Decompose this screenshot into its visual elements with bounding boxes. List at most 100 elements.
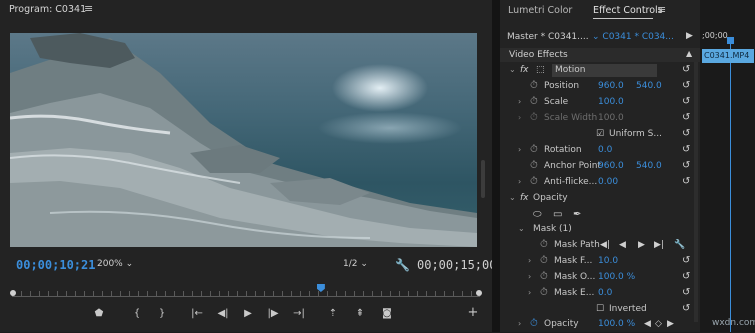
stopwatch-icon[interactable]: ⏱: [530, 80, 538, 91]
step-forward-icon[interactable]: |▶: [266, 308, 280, 319]
mask-opacity-value[interactable]: 100.0 %: [598, 272, 635, 282]
next-keyframe-icon[interactable]: ▶: [667, 319, 674, 329]
mark-out-icon[interactable]: }: [155, 308, 169, 319]
reset-icon[interactable]: ↺: [682, 112, 690, 123]
position-y-value[interactable]: 540.0: [636, 81, 662, 91]
expand-arrow-icon[interactable]: ▶: [686, 31, 693, 41]
uniform-scale-checkbox[interactable]: ☑: [596, 129, 604, 139]
mark-in-icon[interactable]: {: [130, 308, 144, 319]
pen-mask-icon[interactable]: ✒: [573, 209, 581, 220]
mask-path-label: Mask Path: [554, 240, 600, 250]
mask-expansion-value[interactable]: 0.0: [598, 288, 612, 298]
add-button-icon[interactable]: +: [466, 305, 480, 320]
stopwatch-icon[interactable]: ⏱: [540, 271, 548, 282]
ellipse-mask-icon[interactable]: ⬭: [533, 209, 542, 220]
marker-icon[interactable]: ⬟: [92, 308, 106, 319]
effect-controls-scrollbar[interactable]: [694, 62, 698, 322]
disclosure-closed-icon[interactable]: ›: [528, 272, 531, 281]
extract-icon[interactable]: ⇞: [353, 308, 367, 319]
reset-icon[interactable]: ↺: [682, 96, 690, 107]
reset-icon[interactable]: ↺: [682, 80, 690, 91]
reset-icon[interactable]: ↺: [682, 64, 690, 75]
position-x-value[interactable]: 960.0: [598, 81, 624, 91]
reset-icon[interactable]: ↺: [682, 176, 690, 187]
go-to-out-icon[interactable]: →|: [292, 308, 306, 319]
current-timecode[interactable]: 00;00;10;21: [16, 258, 95, 272]
reset-icon[interactable]: ↺: [682, 255, 690, 266]
wrench-icon[interactable]: 🔧: [395, 258, 410, 272]
disclosure-closed-icon[interactable]: ›: [528, 288, 531, 297]
track-back-icon[interactable]: ◀|: [600, 240, 610, 250]
reset-icon[interactable]: ↺: [682, 128, 690, 139]
stopwatch-icon[interactable]: ⏱: [530, 176, 538, 187]
zoom-select[interactable]: 200% ⌄: [97, 259, 133, 269]
panel-menu-icon[interactable]: ≡: [84, 2, 93, 15]
reset-icon[interactable]: ↺: [682, 144, 690, 155]
disclosure-open-icon[interactable]: ⌄: [509, 65, 516, 74]
track-forward-one-icon[interactable]: ▶: [638, 240, 645, 250]
track-forward-icon[interactable]: ▶|: [654, 240, 664, 250]
mask-feather-value[interactable]: 10.0: [598, 256, 618, 266]
disclosure-closed-icon[interactable]: ›: [518, 113, 521, 122]
tracking-method-icon[interactable]: 🔧: [674, 240, 685, 250]
zoom-handle-start[interactable]: [10, 290, 16, 296]
clip-select[interactable]: ⌄ C0341 * C034...: [592, 32, 674, 42]
transform-icon[interactable]: ⬚: [536, 65, 545, 75]
reset-icon[interactable]: ↺: [682, 287, 690, 298]
disclosure-closed-icon[interactable]: ›: [518, 97, 521, 106]
scale-value[interactable]: 100.0: [598, 97, 624, 107]
anchor-x-value[interactable]: 960.0: [598, 161, 624, 171]
disclosure-closed-icon[interactable]: ›: [528, 256, 531, 265]
effect-controls-panel: Lumetri Color Effect Controls ≡ Master *…: [500, 0, 700, 332]
fx-icon[interactable]: fx: [520, 193, 529, 203]
export-frame-icon[interactable]: ◙: [380, 308, 394, 319]
stopwatch-icon[interactable]: ⏱: [530, 96, 538, 107]
motion-row[interactable]: ⌄ fx ⬚ Motion ↺: [500, 63, 700, 79]
stopwatch-icon[interactable]: ⏱: [530, 160, 538, 171]
prev-keyframe-icon[interactable]: ◀: [644, 319, 651, 329]
track-back-one-icon[interactable]: ◀: [619, 240, 626, 250]
watermark: wxdn.com: [712, 318, 755, 328]
mask-row[interactable]: ⌄ Mask (1): [500, 222, 700, 238]
panel-divider[interactable]: [492, 0, 500, 332]
go-to-in-icon[interactable]: |←: [190, 308, 204, 319]
panel-menu-icon[interactable]: ≡: [657, 3, 666, 16]
stopwatch-icon[interactable]: ⏱: [540, 255, 548, 266]
disclosure-closed-icon[interactable]: ›: [518, 319, 521, 328]
tab-effect-controls[interactable]: Effect Controls: [593, 5, 663, 16]
time-ruler[interactable]: [10, 284, 482, 298]
fx-icon[interactable]: fx: [520, 65, 529, 75]
disclosure-open-icon[interactable]: ⌄: [509, 193, 516, 202]
rectangle-mask-icon[interactable]: ▭: [553, 209, 562, 220]
stopwatch-icon[interactable]: ⏱: [530, 144, 538, 155]
inverted-checkbox[interactable]: ☐: [596, 304, 604, 314]
disclosure-closed-icon[interactable]: ›: [518, 145, 521, 154]
anti-flicker-value[interactable]: 0.00: [598, 177, 618, 187]
reset-icon[interactable]: ↺: [682, 160, 690, 171]
resolution-select[interactable]: 1/2 ⌄: [343, 259, 368, 269]
vertical-scrollbar[interactable]: [481, 160, 485, 198]
stopwatch-icon[interactable]: ⏱: [540, 239, 548, 250]
disclosure-closed-icon[interactable]: ›: [518, 177, 521, 186]
lift-icon[interactable]: ⇡: [326, 308, 340, 319]
collapse-icon[interactable]: ▲: [686, 49, 692, 58]
reset-icon[interactable]: ↺: [682, 303, 690, 314]
add-keyframe-icon[interactable]: ◇: [655, 319, 662, 329]
zoom-handle-end[interactable]: [476, 290, 482, 296]
anti-flicker-row: › ⏱ Anti-flicke... 0.00 ↺: [500, 175, 700, 191]
stopwatch-active-icon[interactable]: ⏱: [530, 318, 538, 329]
timeline-clip[interactable]: C0341.MP4: [702, 49, 754, 63]
stopwatch-icon[interactable]: ⏱: [540, 287, 548, 298]
opacity-value[interactable]: 100.0 %: [598, 319, 635, 329]
timeline-playhead[interactable]: [727, 37, 734, 44]
anchor-y-value[interactable]: 540.0: [636, 161, 662, 171]
opacity-effect-label: Opacity: [533, 193, 568, 203]
step-back-icon[interactable]: ◀|: [216, 308, 230, 319]
disclosure-open-icon[interactable]: ⌄: [518, 224, 525, 233]
opacity-effect-row[interactable]: ⌄ fx Opacity: [500, 191, 700, 207]
anchor-point-row: ⏱ Anchor Point 960.0 540.0 ↺: [500, 159, 700, 175]
play-icon[interactable]: ▶: [241, 308, 255, 319]
reset-icon[interactable]: ↺: [682, 271, 690, 282]
tab-lumetri-color[interactable]: Lumetri Color: [508, 5, 572, 16]
rotation-value[interactable]: 0.0: [598, 145, 612, 155]
